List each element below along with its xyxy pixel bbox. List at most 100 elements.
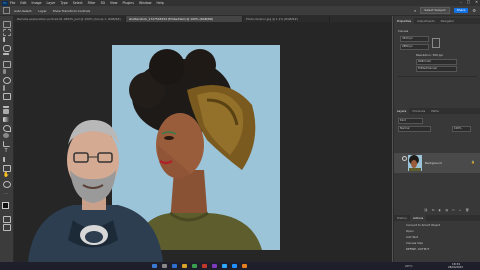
link-icon[interactable]: ⛓ [424, 208, 428, 212]
rectangle-tool-icon[interactable] [3, 165, 11, 172]
pen-tool-icon[interactable] [3, 141, 10, 147]
tab-layers[interactable]: Layers [394, 108, 410, 114]
close-icon[interactable]: ✕ [475, 0, 478, 4]
zoom-tool-icon[interactable] [3, 181, 11, 188]
screen-mode-icon[interactable] [3, 224, 11, 231]
menu-help[interactable]: Help [157, 1, 164, 5]
quick-selection-icon[interactable] [3, 45, 11, 52]
search-icon[interactable] [162, 264, 167, 268]
menu-3d[interactable]: 3D [100, 1, 104, 5]
select-subject-button[interactable]: Select Subject [420, 7, 450, 14]
more-tools-icon[interactable]: ··· [3, 191, 9, 196]
properties-spacer [398, 82, 477, 102]
menu-layer[interactable]: Layer [47, 1, 56, 5]
tab-channels[interactable]: Channels [409, 108, 428, 114]
trash-icon[interactable]: 🗑 [465, 208, 469, 212]
app-icon[interactable] [212, 264, 217, 268]
auto-select-checkbox[interactable]: Auto-Select: [14, 9, 32, 13]
show-transform-checkbox[interactable]: Show Transform Controls [53, 9, 90, 13]
taskbar: 20°C 18:34 28/04/2023 [0, 262, 480, 270]
fx-icon[interactable]: fx [432, 208, 435, 212]
tab-history[interactable]: History [394, 215, 410, 221]
options-bar: Auto-Select: Layer Show Transform Contro… [0, 6, 480, 16]
canvas-width-field[interactable]: 4320 px [400, 36, 429, 42]
blend-mode-dropdown[interactable]: Normal [398, 126, 431, 132]
app-icon[interactable] [242, 264, 247, 268]
clone-stamp-icon[interactable] [3, 93, 11, 100]
folder-icon[interactable] [182, 264, 187, 268]
tab-properties[interactable]: Properties [394, 18, 415, 24]
quick-mask-icon[interactable] [3, 216, 11, 223]
divider [398, 76, 477, 77]
resolution-label: Resolution: 300 ppi [416, 53, 444, 57]
move-tool-icon[interactable] [3, 7, 10, 14]
search-icon[interactable]: ⌕ [414, 8, 416, 13]
layers-panel-tabs: Layers Channels Paths [394, 108, 480, 114]
menu-filter[interactable]: Filter [88, 1, 96, 5]
properties-panel-tabs: Properties Adjustments Navigator [394, 18, 480, 24]
history-item[interactable]: REFINE, OUTPUT [406, 247, 429, 251]
right-panel-dock: Properties Adjustments Navigator Canvas … [393, 16, 480, 262]
bit-depth-dropdown[interactable]: 8 Bits/Channel [416, 66, 457, 72]
menu-type[interactable]: Type [60, 1, 67, 5]
history-item[interactable]: Add Text [406, 235, 418, 239]
folder-icon[interactable]: ▭ [452, 208, 455, 212]
photoshop-taskbar-icon[interactable] [222, 264, 227, 268]
hand-tool-icon[interactable]: ✋ [3, 173, 9, 178]
canvas-height-field[interactable]: 2880 px [400, 44, 429, 50]
menu-edit[interactable]: Edit [20, 1, 26, 5]
orientation-icon[interactable] [432, 38, 440, 48]
eyedropper-icon[interactable] [3, 69, 6, 74]
crop-tool-icon[interactable] [3, 53, 9, 60]
history-item[interactable]: Open [406, 229, 413, 233]
auto-select-target-dropdown[interactable]: Layer [38, 9, 46, 13]
menu-select[interactable]: Select [73, 1, 83, 5]
menu-window[interactable]: Window [139, 1, 152, 5]
opacity-field[interactable]: 100% [452, 126, 471, 132]
app-icon[interactable] [232, 264, 237, 268]
tab-adjustments[interactable]: Adjustments [414, 18, 438, 24]
share-button[interactable]: Share [453, 8, 469, 13]
move-tool-icon[interactable] [3, 21, 11, 28]
gradient-tool-icon[interactable] [3, 117, 9, 122]
mask-icon[interactable]: ◐ [439, 208, 442, 212]
marquee-tool-icon[interactable] [3, 29, 11, 36]
lasso-tool-icon[interactable] [3, 37, 11, 42]
dodge-tool-icon[interactable] [3, 133, 9, 138]
minimize-icon[interactable]: – [460, 0, 462, 4]
path-selection-icon[interactable] [3, 157, 11, 162]
tab-navigator[interactable]: Navigator [438, 18, 458, 24]
history-item[interactable]: Canvas Size [406, 241, 423, 245]
frame-tool-icon[interactable] [3, 61, 11, 68]
new-layer-icon[interactable]: + [459, 208, 462, 212]
layer-actions: ⛓ fx ◐ ◑ ▭ + 🗑 [424, 208, 469, 212]
blur-tool-icon[interactable] [3, 125, 11, 132]
menu-file[interactable]: File [10, 1, 15, 5]
color-mode-dropdown[interactable]: RGB Color [416, 59, 457, 65]
layer-row[interactable]: Background 🔒 [394, 153, 480, 173]
healing-brush-icon[interactable] [3, 77, 11, 84]
menu-view[interactable]: View [110, 1, 118, 5]
app-icon[interactable] [192, 264, 197, 268]
maximize-icon[interactable]: □ [467, 0, 470, 4]
history-item[interactable]: Convert to Smart Object [406, 223, 440, 227]
history-panel-tabs: History Actions [394, 215, 480, 221]
foreground-color-swatch[interactable] [2, 202, 9, 209]
eraser-icon[interactable] [3, 109, 9, 114]
menu-image[interactable]: Image [32, 1, 42, 5]
gear-icon[interactable]: ⚙ [472, 8, 476, 13]
tab-paths[interactable]: Paths [428, 108, 442, 114]
adjustment-icon[interactable]: ◑ [445, 208, 448, 212]
app-icon[interactable] [202, 264, 207, 268]
brush-tool-icon[interactable] [3, 85, 5, 91]
presenter-video [28, 120, 163, 262]
layer-filter-dropdown[interactable]: Kind [398, 118, 423, 124]
start-icon[interactable] [152, 264, 157, 268]
edge-icon[interactable] [172, 264, 177, 268]
photoshop-logo: Ps [2, 0, 8, 6]
visibility-eye-icon[interactable] [402, 156, 407, 161]
type-tool-icon[interactable]: T [3, 149, 9, 154]
tab-actions[interactable]: Actions [409, 215, 427, 221]
history-brush-icon[interactable] [3, 101, 9, 108]
menu-plugins[interactable]: Plugins [123, 1, 134, 5]
